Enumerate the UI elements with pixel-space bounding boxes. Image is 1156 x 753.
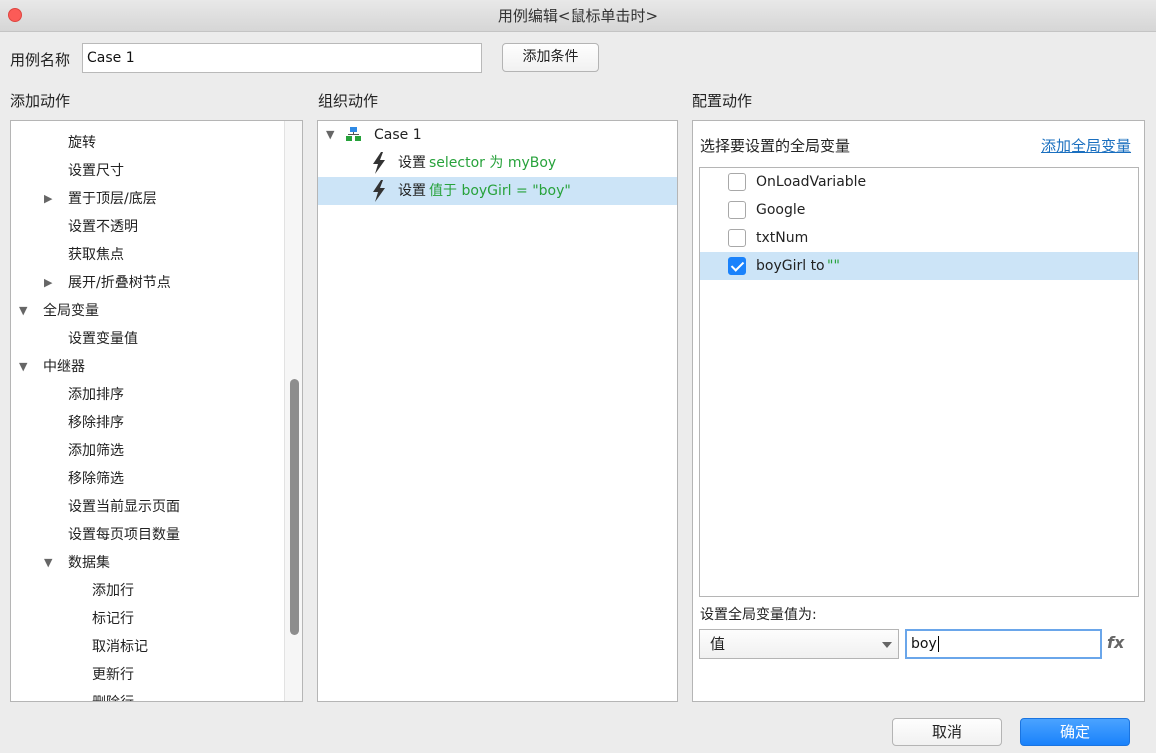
add-action-item[interactable]: 添加行 — [11, 577, 281, 605]
variable-list[interactable]: OnLoadVariable Google txtNum boyGirl to "" — [699, 167, 1139, 597]
action-detail: 值于 boyGirl = "boy" — [429, 183, 571, 199]
add-action-item[interactable]: ▼ 全局变量 — [11, 297, 281, 325]
add-action-label: 设置不透明 — [68, 219, 138, 235]
collapsed-triangle-icon[interactable]: ▶ — [44, 185, 52, 213]
case-name-label: 用例名称 — [10, 51, 71, 69]
variable-name: boyGirl to — [756, 258, 825, 274]
variable-name: OnLoadVariable — [756, 174, 867, 190]
select-variable-label: 选择要设置的全局变量 — [700, 137, 851, 155]
add-action-item[interactable]: 旋转 — [11, 129, 281, 157]
add-action-label: 设置变量值 — [68, 331, 138, 347]
expanded-triangle-icon[interactable]: ▼ — [19, 297, 27, 325]
add-action-item[interactable]: 删除行 — [11, 689, 281, 701]
add-action-item[interactable]: 添加筛选 — [11, 437, 281, 465]
add-action-label: 旋转 — [68, 135, 96, 151]
expand-triangle-icon[interactable]: ▼ — [326, 121, 334, 149]
add-actions-header: 添加动作 — [10, 92, 71, 110]
add-action-label: 添加行 — [92, 583, 134, 599]
cancel-button[interactable]: 取消 — [892, 718, 1002, 746]
organize-actions-header: 组织动作 — [318, 92, 379, 110]
add-action-item[interactable]: ▼ 中继器 — [11, 353, 281, 381]
add-action-label: 添加筛选 — [68, 443, 124, 459]
add-action-item[interactable]: ▼ 数据集 — [11, 549, 281, 577]
action-prefix: 设置 — [398, 155, 426, 171]
add-action-label: 数据集 — [68, 555, 110, 571]
add-action-item[interactable]: 设置每页项目数量 — [11, 521, 281, 549]
variable-row[interactable]: OnLoadVariable — [700, 168, 1138, 196]
variable-row[interactable]: Google — [700, 196, 1138, 224]
add-action-item[interactable]: 设置当前显示页面 — [11, 493, 281, 521]
add-action-label: 移除筛选 — [68, 471, 124, 487]
collapsed-triangle-icon[interactable]: ▶ — [44, 269, 52, 297]
add-action-item[interactable]: 设置变量值 — [11, 325, 281, 353]
add-action-item[interactable]: 设置尺寸 — [11, 157, 281, 185]
add-action-label: 移除排序 — [68, 415, 124, 431]
variable-value-input[interactable]: boy — [905, 629, 1102, 659]
checkbox[interactable] — [728, 229, 746, 247]
add-actions-panel[interactable]: 旋转设置尺寸 ▶ 置于顶层/底层 设置不透明获取焦点 ▶ 展开/折叠树节点 ▼ 全局变量设置变… — [10, 120, 303, 702]
variable-value-suffix: "" — [827, 258, 840, 274]
variable-name: txtNum — [756, 230, 809, 246]
configure-actions-header: 配置动作 — [692, 92, 753, 110]
add-actions-scrollbar[interactable] — [284, 121, 302, 701]
add-global-variable-link[interactable]: 添加全局变量 — [1041, 135, 1131, 156]
variable-value-text: boy — [911, 636, 937, 652]
case-name-input[interactable]: Case 1 — [82, 43, 482, 73]
organize-actions-panel[interactable]: ▼ Case 1 设置 selector 为 myBoy 设置 值于 boyGi… — [317, 120, 678, 702]
checkbox[interactable] — [728, 201, 746, 219]
action-detail: selector 为 myBoy — [429, 155, 557, 171]
add-action-item[interactable]: 添加排序 — [11, 381, 281, 409]
window-title: 用例编辑<鼠标单击时> — [497, 7, 659, 25]
add-action-item[interactable]: 设置不透明 — [11, 213, 281, 241]
add-action-label: 设置每页项目数量 — [68, 527, 180, 543]
add-action-item[interactable]: 移除筛选 — [11, 465, 281, 493]
add-action-label: 中继器 — [43, 359, 85, 375]
lightning-icon — [373, 152, 385, 174]
variable-row[interactable]: txtNum — [700, 224, 1138, 252]
add-action-label: 标记行 — [92, 611, 134, 627]
add-action-item[interactable]: ▶ 展开/折叠树节点 — [11, 269, 281, 297]
add-condition-button[interactable]: 添加条件 — [502, 43, 599, 72]
checkbox[interactable] — [728, 173, 746, 191]
case-node[interactable]: ▼ Case 1 — [318, 121, 677, 149]
add-action-label: 置于顶层/底层 — [68, 191, 157, 207]
add-action-label: 设置尺寸 — [68, 163, 124, 179]
value-type-select[interactable]: 值 — [699, 629, 899, 659]
add-action-label: 删除行 — [92, 689, 134, 701]
expanded-triangle-icon[interactable]: ▼ — [19, 353, 27, 381]
action-row[interactable]: 设置 selector 为 myBoy — [318, 149, 677, 177]
add-action-label: 添加排序 — [68, 387, 124, 403]
add-action-label: 获取焦点 — [68, 247, 124, 263]
text-cursor — [937, 636, 939, 652]
value-type-selected: 值 — [710, 635, 726, 653]
add-action-item[interactable]: ▶ 置于顶层/底层 — [11, 185, 281, 213]
ok-button[interactable]: 确定 — [1020, 718, 1130, 746]
add-action-label: 取消标记 — [92, 639, 148, 655]
add-action-label: 设置当前显示页面 — [68, 499, 180, 515]
close-window-button[interactable] — [8, 8, 22, 22]
case-node-label: Case 1 — [374, 127, 422, 143]
lightning-icon — [373, 180, 385, 202]
scrollbar-thumb[interactable] — [290, 379, 299, 635]
fx-function-button[interactable]: fx — [1107, 633, 1124, 652]
configure-actions-panel: 选择要设置的全局变量 添加全局变量 OnLoadVariable Google tx… — [692, 120, 1145, 702]
add-action-item[interactable]: 取消标记 — [11, 633, 281, 661]
add-action-label: 展开/折叠树节点 — [68, 275, 171, 291]
add-action-label: 更新行 — [92, 667, 134, 683]
add-action-item[interactable]: 移除排序 — [11, 409, 281, 437]
variable-name: Google — [756, 202, 806, 218]
title-bar: 用例编辑<鼠标单击时> — [0, 0, 1156, 32]
set-value-label: 设置全局变量值为: — [700, 607, 817, 623]
add-action-item[interactable]: 标记行 — [11, 605, 281, 633]
action-row-selected[interactable]: 设置 值于 boyGirl = "boy" — [318, 177, 677, 205]
add-action-label: 全局变量 — [43, 303, 99, 319]
add-action-item[interactable]: 更新行 — [11, 661, 281, 689]
checkbox-checked[interactable] — [728, 257, 746, 275]
variable-row[interactable]: boyGirl to "" — [700, 252, 1138, 280]
case-tree-icon — [346, 127, 361, 141]
expanded-triangle-icon[interactable]: ▼ — [44, 549, 52, 577]
action-prefix: 设置 — [398, 183, 426, 199]
chevron-down-icon — [882, 642, 892, 648]
add-action-item[interactable]: 获取焦点 — [11, 241, 281, 269]
